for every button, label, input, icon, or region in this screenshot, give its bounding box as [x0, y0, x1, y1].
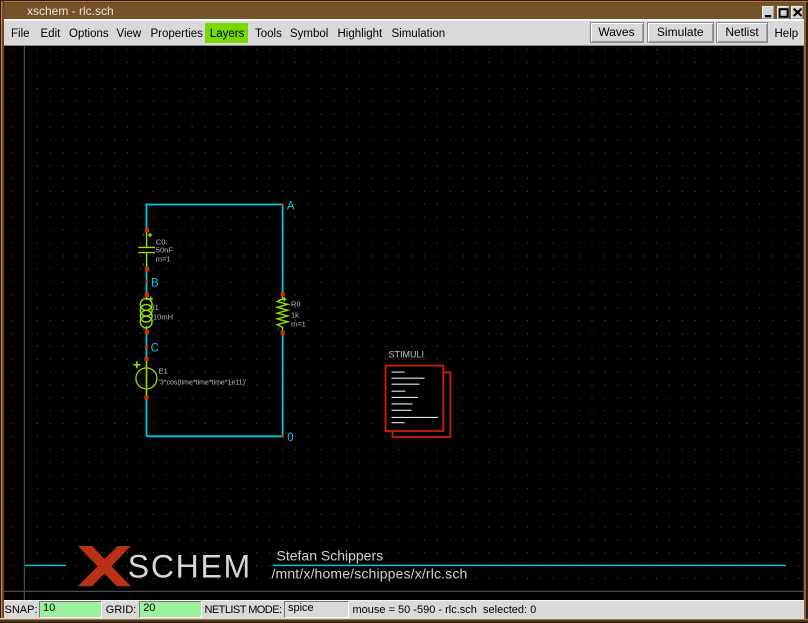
svg-text:1k: 1k: [291, 311, 299, 320]
svg-text:1: 1: [142, 296, 145, 301]
svg-text:A: A: [287, 201, 295, 213]
svg-text:Stefan Schippers: Stefan Schippers: [277, 548, 384, 564]
svg-text:2: 2: [142, 262, 145, 267]
svg-text:1: 1: [277, 296, 280, 301]
svg-text:R0: R0: [291, 300, 301, 309]
svg-text:10mH: 10mH: [153, 313, 173, 322]
svg-text:SCHEM: SCHEM: [128, 549, 252, 585]
svg-text:0: 0: [287, 432, 293, 444]
svg-text:m=1: m=1: [291, 319, 306, 328]
svg-text:1: 1: [142, 232, 145, 237]
svg-text:/mnt/x/home/schippes/x/rlc.sch: /mnt/x/home/schippes/x/rlc.sch: [272, 566, 468, 582]
svg-text:2: 2: [277, 327, 280, 332]
svg-text:l1: l1: [153, 303, 159, 312]
svg-text:2: 2: [142, 326, 145, 331]
svg-text:B: B: [151, 278, 159, 290]
svg-text:E1: E1: [159, 367, 168, 376]
svg-text:m=1: m=1: [156, 255, 171, 264]
svg-text:STIMULI: STIMULI: [389, 350, 425, 360]
svg-text:C: C: [151, 342, 159, 354]
svg-text:'3*cos(time*time*time*1e11)': '3*cos(time*time*time*1e11)': [159, 380, 247, 387]
svg-text:50nF: 50nF: [156, 246, 174, 255]
